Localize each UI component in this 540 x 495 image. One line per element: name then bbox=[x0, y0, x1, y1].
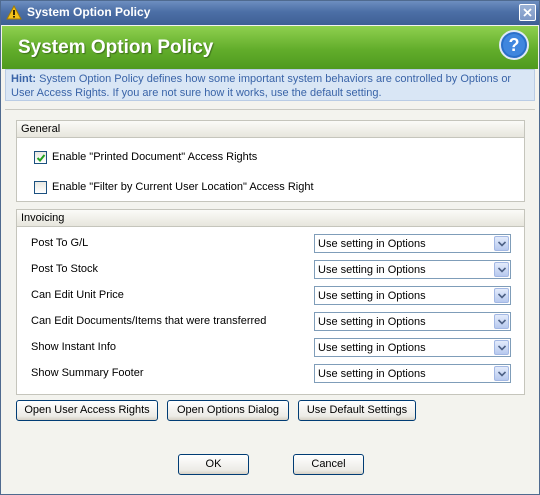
chevron-down-icon bbox=[498, 267, 506, 273]
window-title: System Option Policy bbox=[27, 5, 151, 19]
divider bbox=[5, 109, 535, 110]
select-value: Use setting in Options bbox=[318, 264, 426, 276]
filter-user-location-label: Enable "Filter by Current User Location"… bbox=[52, 181, 314, 193]
select-value: Use setting in Options bbox=[318, 342, 426, 354]
show-summary-footer-label: Show Summary Footer bbox=[31, 367, 144, 379]
hint-text: System Option Policy defines how some im… bbox=[11, 73, 512, 99]
close-icon bbox=[523, 8, 532, 17]
dropdown-button[interactable] bbox=[494, 340, 509, 355]
filter-user-location-option[interactable]: Enable "Filter by Current User Location"… bbox=[34, 179, 314, 195]
post-to-gl-select[interactable]: Use setting in Options bbox=[314, 234, 511, 253]
dropdown-button[interactable] bbox=[494, 236, 509, 251]
invoicing-group: Invoicing Post To G/L Use setting in Opt… bbox=[16, 209, 525, 395]
show-summary-footer-row: Show Summary Footer Use setting in Optio… bbox=[31, 364, 511, 384]
post-to-stock-select[interactable]: Use setting in Options bbox=[314, 260, 511, 279]
printed-document-checkbox[interactable] bbox=[34, 150, 47, 164]
use-default-settings-button[interactable]: Use Default Settings bbox=[298, 400, 416, 421]
printed-document-label: Enable "Printed Document" Access Rights bbox=[52, 151, 258, 163]
edit-transferred-row: Can Edit Documents/Items that were trans… bbox=[31, 312, 511, 332]
general-group: General Enable "Printed Document" Access… bbox=[16, 120, 525, 202]
post-to-gl-row: Post To G/L Use setting in Options bbox=[31, 234, 511, 254]
warning-icon bbox=[6, 5, 22, 20]
show-instant-info-row: Show Instant Info Use setting in Options bbox=[31, 338, 511, 358]
general-header: General bbox=[17, 121, 524, 138]
chevron-down-icon bbox=[498, 293, 506, 299]
dropdown-button[interactable] bbox=[494, 262, 509, 277]
open-options-dialog-button[interactable]: Open Options Dialog bbox=[167, 400, 289, 421]
show-instant-info-select[interactable]: Use setting in Options bbox=[314, 338, 511, 357]
help-icon[interactable]: ? bbox=[499, 30, 529, 60]
cancel-button[interactable]: Cancel bbox=[293, 454, 364, 475]
select-value: Use setting in Options bbox=[318, 238, 426, 250]
dialog-window: System Option Policy System Option Polic… bbox=[0, 0, 540, 495]
post-to-stock-label: Post To Stock bbox=[31, 263, 99, 275]
hint-label: Hint: bbox=[11, 73, 37, 85]
hint-box: Hint: System Option Policy defines how s… bbox=[5, 69, 535, 101]
post-to-gl-label: Post To G/L bbox=[31, 237, 89, 249]
show-instant-info-label: Show Instant Info bbox=[31, 341, 116, 353]
dropdown-button[interactable] bbox=[494, 288, 509, 303]
chevron-down-icon bbox=[498, 371, 506, 377]
open-user-access-rights-button[interactable]: Open User Access Rights bbox=[16, 400, 158, 421]
invoicing-header: Invoicing bbox=[17, 210, 524, 227]
edit-unit-price-select[interactable]: Use setting in Options bbox=[314, 286, 511, 305]
select-value: Use setting in Options bbox=[318, 290, 426, 302]
ok-button[interactable]: OK bbox=[178, 454, 249, 475]
dropdown-button[interactable] bbox=[494, 314, 509, 329]
checkmark-icon bbox=[36, 153, 46, 162]
chevron-down-icon bbox=[498, 345, 506, 351]
chevron-down-icon bbox=[498, 319, 506, 325]
post-to-stock-row: Post To Stock Use setting in Options bbox=[31, 260, 511, 280]
chevron-down-icon bbox=[498, 241, 506, 247]
edit-unit-price-row: Can Edit Unit Price Use setting in Optio… bbox=[31, 286, 511, 306]
select-value: Use setting in Options bbox=[318, 316, 426, 328]
show-summary-footer-select[interactable]: Use setting in Options bbox=[314, 364, 511, 383]
filter-user-location-checkbox[interactable] bbox=[34, 180, 47, 194]
edit-transferred-select[interactable]: Use setting in Options bbox=[314, 312, 511, 331]
page-title: System Option Policy bbox=[18, 37, 214, 58]
edit-unit-price-label: Can Edit Unit Price bbox=[31, 289, 124, 301]
printed-document-access-option[interactable]: Enable "Printed Document" Access Rights bbox=[34, 149, 257, 165]
svg-text:?: ? bbox=[509, 35, 520, 55]
title-bar[interactable]: System Option Policy bbox=[1, 1, 539, 25]
close-button[interactable] bbox=[519, 4, 536, 21]
edit-transferred-label: Can Edit Documents/Items that were trans… bbox=[31, 315, 267, 327]
select-value: Use setting in Options bbox=[318, 368, 426, 380]
dropdown-button[interactable] bbox=[494, 366, 509, 381]
header-banner: System Option Policy ? bbox=[2, 26, 538, 69]
